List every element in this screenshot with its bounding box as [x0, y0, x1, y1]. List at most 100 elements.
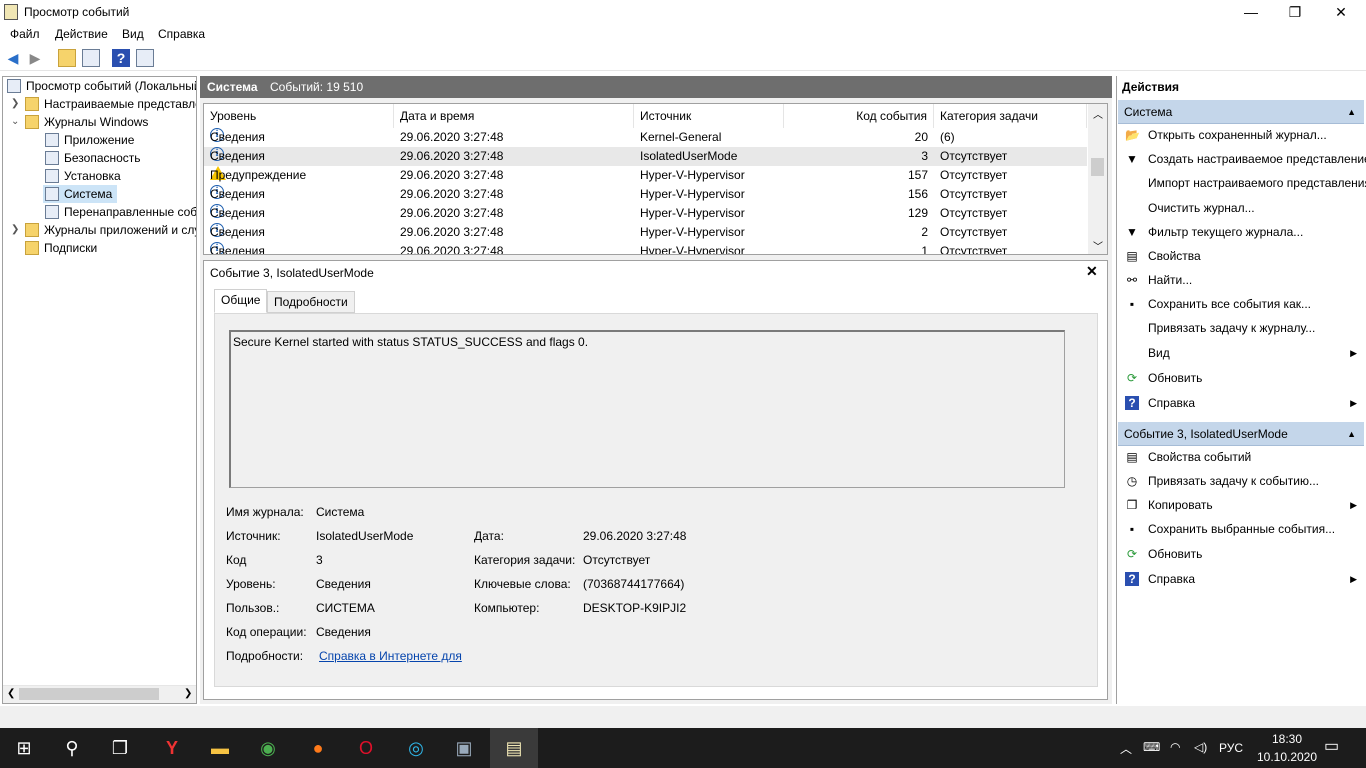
- firefox-icon[interactable]: ●: [294, 728, 342, 768]
- help-icon: ?: [1125, 572, 1139, 586]
- close-button[interactable]: ✕: [1318, 0, 1364, 24]
- search-icon[interactable]: ⚲: [48, 728, 96, 768]
- keyboard-icon[interactable]: ⌨: [1143, 740, 1160, 754]
- action-item[interactable]: Импорт настраиваемого представления...: [1119, 172, 1366, 194]
- action-item[interactable]: Привязать задачу к журналу...: [1119, 317, 1363, 339]
- tree-item-system[interactable]: Система: [43, 185, 117, 203]
- menu-file[interactable]: Файл: [10, 27, 40, 41]
- tree-item-app-services-logs[interactable]: ❯Журналы приложений и служб: [11, 221, 196, 239]
- horizontal-scrollbar[interactable]: ❮ ❯: [3, 685, 196, 703]
- cell-event-id: 20: [914, 130, 928, 144]
- collapse-up-icon[interactable]: ▲: [1347, 100, 1356, 124]
- clock-date[interactable]: 10.10.2020: [1254, 750, 1320, 764]
- tree-item-subscriptions[interactable]: Подписки: [25, 239, 97, 257]
- tree-item-security[interactable]: Безопасность: [45, 149, 141, 167]
- expand-icon[interactable]: ❯: [11, 221, 19, 239]
- table-row[interactable]: i Сведения 29.06.2020 3:27:48 Hyper-V-Hyper…: [204, 223, 1087, 242]
- file-explorer-icon[interactable]: ▬: [196, 728, 244, 768]
- volume-icon[interactable]: ◁): [1194, 740, 1207, 754]
- edge-icon[interactable]: ◎: [392, 728, 440, 768]
- table-row[interactable]: i Сведения 29.06.2020 3:27:48 Kernel-Genera…: [204, 128, 1087, 147]
- forward-arrow-icon[interactable]: ▶: [26, 49, 44, 67]
- submenu-arrow-icon: ▶: [1350, 398, 1357, 408]
- scroll-thumb[interactable]: [1091, 158, 1104, 176]
- tab-general[interactable]: Общие: [214, 289, 268, 313]
- collapse-icon[interactable]: ⌄: [11, 113, 19, 131]
- minimize-button[interactable]: —: [1228, 0, 1274, 24]
- online-help-link[interactable]: Справка в Интернете для: [319, 649, 462, 663]
- expand-icon[interactable]: ❯: [11, 95, 19, 113]
- column-header-date[interactable]: Дата и время: [394, 104, 634, 128]
- table-row[interactable]: Предупреждение 29.06.2020 3:27:48 Hyper-V-…: [204, 166, 1087, 185]
- action-item[interactable]: Вид ▶: [1119, 342, 1363, 364]
- help-icon[interactable]: ?: [112, 49, 130, 67]
- section-system-header[interactable]: Система ▲: [1118, 100, 1364, 124]
- up-folder-icon[interactable]: [58, 49, 76, 67]
- action-item[interactable]: ❐ Копировать ▶: [1119, 494, 1363, 516]
- scroll-thumb[interactable]: [19, 688, 159, 700]
- yandex-browser-icon[interactable]: Y: [148, 728, 196, 768]
- tree-item-root[interactable]: Просмотр событий (Локальный): [7, 77, 196, 95]
- attach-task-icon: ◷: [1126, 474, 1138, 488]
- action-item[interactable]: ? Справка ▶: [1119, 392, 1363, 414]
- opera-icon[interactable]: O: [342, 728, 390, 768]
- menu-view[interactable]: Вид: [122, 27, 144, 41]
- back-arrow-icon[interactable]: ◀: [4, 49, 22, 67]
- tree-item-forwarded[interactable]: Перенаправленные события: [45, 203, 196, 221]
- tree-item-custom-views[interactable]: ❯Настраиваемые представления: [11, 95, 196, 113]
- scroll-down-icon[interactable]: ﹀: [1093, 238, 1103, 253]
- close-detail-icon[interactable]: ✕: [1086, 263, 1098, 280]
- input-language[interactable]: РУС: [1219, 741, 1243, 755]
- column-header-source[interactable]: Источник: [634, 104, 784, 128]
- table-row[interactable]: i Сведения 29.06.2020 3:27:48 Hyper-V-Hyper…: [204, 204, 1087, 223]
- scroll-right-icon[interactable]: ❯: [184, 688, 192, 699]
- tree-item-application[interactable]: Приложение: [45, 131, 134, 149]
- chrome-icon[interactable]: ◉: [244, 728, 292, 768]
- column-header-level[interactable]: Уровень: [204, 104, 394, 128]
- action-item[interactable]: Очистить журнал...: [1119, 197, 1363, 219]
- tree-item-windows-logs[interactable]: ⌄ Журналы Windows: [11, 113, 148, 131]
- maximize-button[interactable]: ❐: [1272, 0, 1318, 24]
- task-view-icon[interactable]: ❐: [96, 728, 144, 768]
- action-item[interactable]: ⟳ Обновить: [1119, 543, 1363, 565]
- show-hidden-icons-icon[interactable]: ︿: [1120, 740, 1132, 757]
- column-header-event-id[interactable]: Код события: [784, 104, 934, 128]
- section-event-header[interactable]: Событие 3, IsolatedUserMode ▲: [1118, 422, 1364, 446]
- app-icon[interactable]: ▣: [440, 728, 488, 768]
- table-row[interactable]: i Сведения 29.06.2020 3:27:48 IsolatedUserM…: [204, 147, 1087, 166]
- navigation-tree: Просмотр событий (Локальный) ❯ Настраивае…: [2, 76, 197, 704]
- notifications-icon[interactable]: ▭: [1324, 736, 1339, 756]
- event-viewer-taskbar-icon[interactable]: ▤: [490, 728, 538, 768]
- action-item[interactable]: ▪ Сохранить все события как...: [1119, 293, 1363, 315]
- table-row[interactable]: i Сведения 29.06.2020 3:27:48 Hyper-V-Hyper…: [204, 185, 1087, 204]
- action-item[interactable]: ⚯ Найти...: [1119, 269, 1363, 291]
- start-windows-icon[interactable]: ⊞: [0, 728, 48, 768]
- action-item[interactable]: ▼ Фильтр текущего журнала...: [1119, 221, 1363, 243]
- show-hide-tree-icon[interactable]: [82, 49, 100, 67]
- action-item[interactable]: ▤ Свойства событий: [1119, 446, 1363, 468]
- tree-item-setup[interactable]: Установка: [45, 167, 121, 185]
- help-icon: ?: [1125, 396, 1139, 410]
- scroll-up-icon[interactable]: ︿: [1093, 106, 1103, 121]
- action-item[interactable]: ? Справка ▶: [1119, 568, 1363, 590]
- vertical-scrollbar[interactable]: ︿ ﹀: [1088, 104, 1107, 254]
- action-item[interactable]: ▤ Свойства: [1119, 245, 1363, 267]
- action-item[interactable]: ⟳ Обновить: [1119, 367, 1363, 389]
- column-header-task-category[interactable]: Категория задачи: [934, 104, 1087, 128]
- clock-time[interactable]: 18:30: [1262, 732, 1312, 746]
- table-row[interactable]: i Сведения 29.06.2020 3:27:48 Hyper-V-Hyper…: [204, 242, 1087, 254]
- wifi-icon[interactable]: ◠: [1170, 740, 1180, 754]
- action-item[interactable]: ◷ Привязать задачу к событию...: [1119, 470, 1363, 492]
- tab-details[interactable]: Подробности: [267, 291, 355, 313]
- action-item[interactable]: ▼ Создать настраиваемое представление...: [1119, 148, 1366, 170]
- log-icon: [45, 169, 59, 183]
- show-action-pane-icon[interactable]: [136, 49, 154, 67]
- scroll-left-icon[interactable]: ❮: [7, 688, 15, 699]
- action-item[interactable]: ▪ Сохранить выбранные события...: [1119, 518, 1363, 540]
- detail-tabs: Общие Подробности: [214, 289, 1094, 313]
- event-message[interactable]: Secure Kernel started with status STATUS…: [229, 330, 1065, 488]
- collapse-up-icon[interactable]: ▲: [1347, 422, 1356, 446]
- menu-help[interactable]: Справка: [158, 27, 205, 41]
- menu-action[interactable]: Действие: [55, 27, 108, 41]
- action-item[interactable]: 📂 Открыть сохраненный журнал...: [1119, 124, 1363, 146]
